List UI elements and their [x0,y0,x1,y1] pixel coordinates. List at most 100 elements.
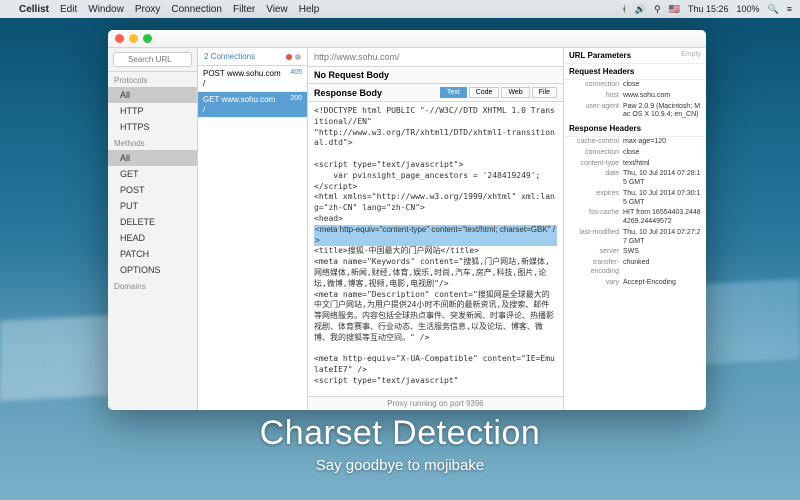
tab-text[interactable]: Text [440,87,467,98]
header-row: expiresThu, 10 Jul 2014 07:30:15 GMT [564,189,706,209]
header-value: chunked [623,259,701,277]
input-flag-icon[interactable]: 🇺🇸 [669,4,680,15]
search-input[interactable] [113,52,192,67]
header-row: user-agentPaw 2.0.9 (Macintosh; Mac OS X… [564,102,706,122]
sidebar-item-delete[interactable]: DELETE [108,214,197,230]
close-icon[interactable] [115,34,124,43]
header-key: cache-control [569,138,619,147]
sidebar-item-options[interactable]: OPTIONS [108,262,197,278]
notification-center-icon[interactable]: ≡ [787,4,792,14]
header-value: HIT from 16554403.24484269.24449572 [623,209,701,227]
cellist-window: Protocols All HTTP HTTPS Methods All GET… [108,30,706,410]
header-key: server [569,248,619,257]
response-body-label: Response Body [314,88,382,98]
maximize-icon[interactable] [143,34,152,43]
header-value: www.sohu.com [623,92,701,101]
marketing-copy: Charset Detection Say goodbye to mojibak… [0,414,800,474]
header-row: transfer-encodingchunked [564,258,706,278]
response-headers-header: Response Headers [564,121,706,137]
sidebar-item-all-protocols[interactable]: All [108,87,197,103]
connection-row[interactable]: GET www.sohu.com / 200 [198,92,307,118]
header-value: Thu, 10 Jul 2014 07:27:27 GMT [623,229,701,247]
clear-icon[interactable] [295,54,301,60]
headers-panel: URL Parameters Empty Request Headers con… [564,48,706,410]
connections-count: 2 Connections [204,52,255,61]
proxy-statusbar: Proxy running on port 9396 [308,396,563,410]
url-params-header: URL Parameters Empty [564,48,706,64]
conn-host: www.sohu.com [222,95,276,104]
window-titlebar[interactable] [108,30,706,48]
menu-connection[interactable]: Connection [171,4,222,15]
detail-center: http://www.sohu.com/ No Request Body Res… [308,48,564,410]
menu-window[interactable]: Window [88,4,124,15]
protocols-heading: Protocols [108,72,197,87]
empty-label: Empty [681,51,701,60]
header-value: Thu, 10 Jul 2014 07:30:15 GMT [623,190,701,208]
header-value: max-age=120 [623,138,701,147]
header-value: text/html [623,160,701,169]
header-row: connectionclose [564,80,706,91]
search-container [108,48,197,72]
header-row: cache-control max-age=120 [564,137,706,148]
header-key: last-modified [569,229,619,247]
tab-code[interactable]: Code [469,87,500,98]
header-value: Paw 2.0.9 (Macintosh; Mac OS X 10.9.4; e… [623,103,701,121]
conn-path: / [203,105,205,114]
header-row: connectionclose [564,148,706,159]
connection-row[interactable]: POST www.sohu.com / 405 [198,66,307,92]
filter-sidebar: Protocols All HTTP HTTPS Methods All GET… [108,48,198,410]
header-row: host www.sohu.com [564,91,706,102]
header-value: SWS [623,248,701,257]
menu-help[interactable]: Help [299,4,320,15]
methods-heading: Methods [108,135,197,150]
tab-web[interactable]: Web [501,87,529,98]
url-params-label: URL Parameters [569,51,631,60]
battery-icon[interactable]: 100% [736,4,759,14]
sidebar-item-all-methods[interactable]: All [108,150,197,166]
spotlight-icon[interactable]: 🔍 [768,4,779,15]
sidebar-item-patch[interactable]: PATCH [108,246,197,262]
response-body-header: Response Body Text Code Web File [308,84,563,102]
tab-file[interactable]: File [532,87,557,98]
request-body-header: No Request Body [308,67,563,84]
domains-heading: Domains [108,278,197,293]
header-key: connection [569,81,619,90]
menu-filter[interactable]: Filter [233,4,255,15]
header-key: date [569,170,619,188]
sidebar-item-get[interactable]: GET [108,166,197,182]
menu-proxy[interactable]: Proxy [135,4,161,15]
header-value: Accept-Encoding [623,279,701,288]
sidebar-item-head[interactable]: HEAD [108,230,197,246]
minimize-icon[interactable] [129,34,138,43]
header-key: user-agent [569,103,619,121]
header-key: expires [569,190,619,208]
bluetooth-icon[interactable]: ᚼ [622,4,627,14]
response-text-content[interactable]: <!DOCTYPE html PUBLIC "-//W3C//DTD XHTML… [308,102,563,396]
clock[interactable]: Thu 15:26 [688,4,729,14]
header-row: fss-cacheHIT from 16554403.24484269.2444… [564,208,706,228]
subheadline: Say goodbye to mojibake [0,457,800,474]
sidebar-item-put[interactable]: PUT [108,198,197,214]
app-menu[interactable]: Cellist [19,4,49,15]
no-request-body-label: No Request Body [314,70,389,80]
header-row: last-modifiedThu, 10 Jul 2014 07:27:27 G… [564,228,706,248]
header-key: host [569,92,619,101]
volume-icon[interactable]: 🔊 [635,4,646,15]
sidebar-item-https[interactable]: HTTPS [108,119,197,135]
sidebar-item-http[interactable]: HTTP [108,103,197,119]
connections-list: 2 Connections POST www.sohu.com / 405 GE… [198,48,308,410]
menu-view[interactable]: View [266,4,288,15]
header-key: content-type [569,160,619,169]
record-indicator-icon[interactable] [286,54,292,60]
url-display[interactable]: http://www.sohu.com/ [308,48,563,67]
sidebar-item-post[interactable]: POST [108,182,197,198]
header-row: dateThu, 10 Jul 2014 07:28:15 GMT [564,169,706,189]
conn-status: 405 [290,69,302,88]
header-value: Thu, 10 Jul 2014 07:28:15 GMT [623,170,701,188]
header-key: transfer-encoding [569,259,619,277]
wifi-icon[interactable]: ⚲ [654,4,661,15]
menu-edit[interactable]: Edit [60,4,77,15]
header-key: connection [569,149,619,158]
conn-method: POST [203,69,225,78]
request-headers-header: Request Headers [564,64,706,80]
